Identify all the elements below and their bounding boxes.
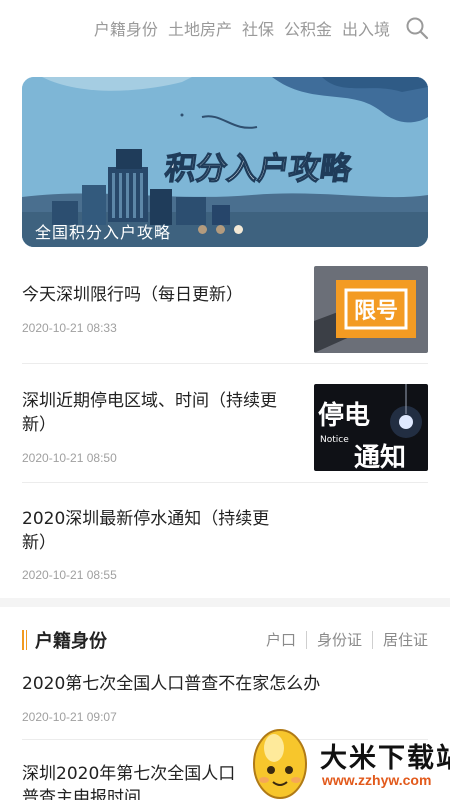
search-icon <box>406 17 429 40</box>
watermark: 大米下载站 www.zzhyw.com <box>246 722 450 800</box>
carousel-dot[interactable] <box>216 225 225 234</box>
news-item[interactable]: 2020深圳最新停水通知（持续更新） 2020-10-21 08:55 <box>22 504 428 594</box>
thumbnail-text: 限号 <box>354 299 398 324</box>
nav-item-gongjijin[interactable]: 公积金 <box>284 16 332 40</box>
thumbnail-text: 停电 <box>318 400 370 431</box>
news-title: 深圳近期停电区域、时间（持续更新） <box>22 391 277 435</box>
nav-item-shebao[interactable]: 社保 <box>242 16 274 40</box>
tab-juzhuzheng[interactable]: 居住证 <box>371 631 428 649</box>
news-time: 2020-10-21 08:50 <box>22 451 117 465</box>
tab-hukou[interactable]: 户口 <box>256 631 306 649</box>
divider <box>22 482 428 483</box>
section-separator <box>0 598 450 607</box>
thumbnail-subtext: Notice <box>320 435 349 445</box>
list-item-time: 2020-10-21 09:07 <box>22 710 117 724</box>
watermark-url: www.zzhyw.com <box>322 772 432 788</box>
news-title: 2020深圳最新停水通知（持续更新） <box>22 509 270 553</box>
carousel-indicators <box>198 225 252 234</box>
divider <box>22 363 428 364</box>
section-header: 户籍身份 户口 身份证 居住证 <box>22 626 428 654</box>
thumbnail-text-2: 通知 <box>354 443 406 471</box>
list-item-title: 深圳2020年第七次全国人口普查主申报时间 <box>22 764 236 800</box>
news-item[interactable]: 今天深圳限行吗（每日更新） 2020-10-21 08:33 限号 <box>22 266 428 354</box>
section-accent-bar <box>22 630 27 650</box>
list-item-title: 2020第七次全国人口普查不在家怎么办 <box>22 674 321 694</box>
news-time: 2020-10-21 08:55 <box>22 568 117 582</box>
nav-item-churujing[interactable]: 出入境 <box>342 16 390 40</box>
news-thumbnail: 限号 <box>314 266 428 353</box>
news-thumbnail: 停电 Notice 通知 <box>314 384 428 471</box>
banner-caption: 全国积分入户攻略 <box>35 223 172 242</box>
banner-image-text: 积分入户攻略 <box>163 151 355 187</box>
news-item[interactable]: 深圳近期停电区域、时间（持续更新） 2020-10-21 08:50 停电 No… <box>22 384 428 474</box>
carousel-dot-active[interactable] <box>234 225 243 234</box>
news-time: 2020-10-21 08:33 <box>22 321 117 335</box>
carousel-dot[interactable] <box>198 225 207 234</box>
tab-shenfenzheng[interactable]: 身份证 <box>305 631 372 649</box>
nav-item-tudi[interactable]: 土地房产 <box>168 16 232 40</box>
top-nav: 户籍身份 土地房产 社保 公积金 出入境 <box>0 0 450 56</box>
search-button[interactable] <box>404 15 430 41</box>
nav-item-huji[interactable]: 户籍身份 <box>94 16 158 40</box>
section-title: 户籍身份 <box>35 631 107 652</box>
mascot-logo <box>253 729 307 799</box>
news-title: 今天深圳限行吗（每日更新） <box>22 285 243 305</box>
section-tabs: 户口 身份证 居住证 <box>256 631 428 649</box>
watermark-brand: 大米下载站 <box>320 743 450 774</box>
banner-carousel[interactable]: 积分入户攻略 全国积分入户攻略 <box>22 77 428 247</box>
